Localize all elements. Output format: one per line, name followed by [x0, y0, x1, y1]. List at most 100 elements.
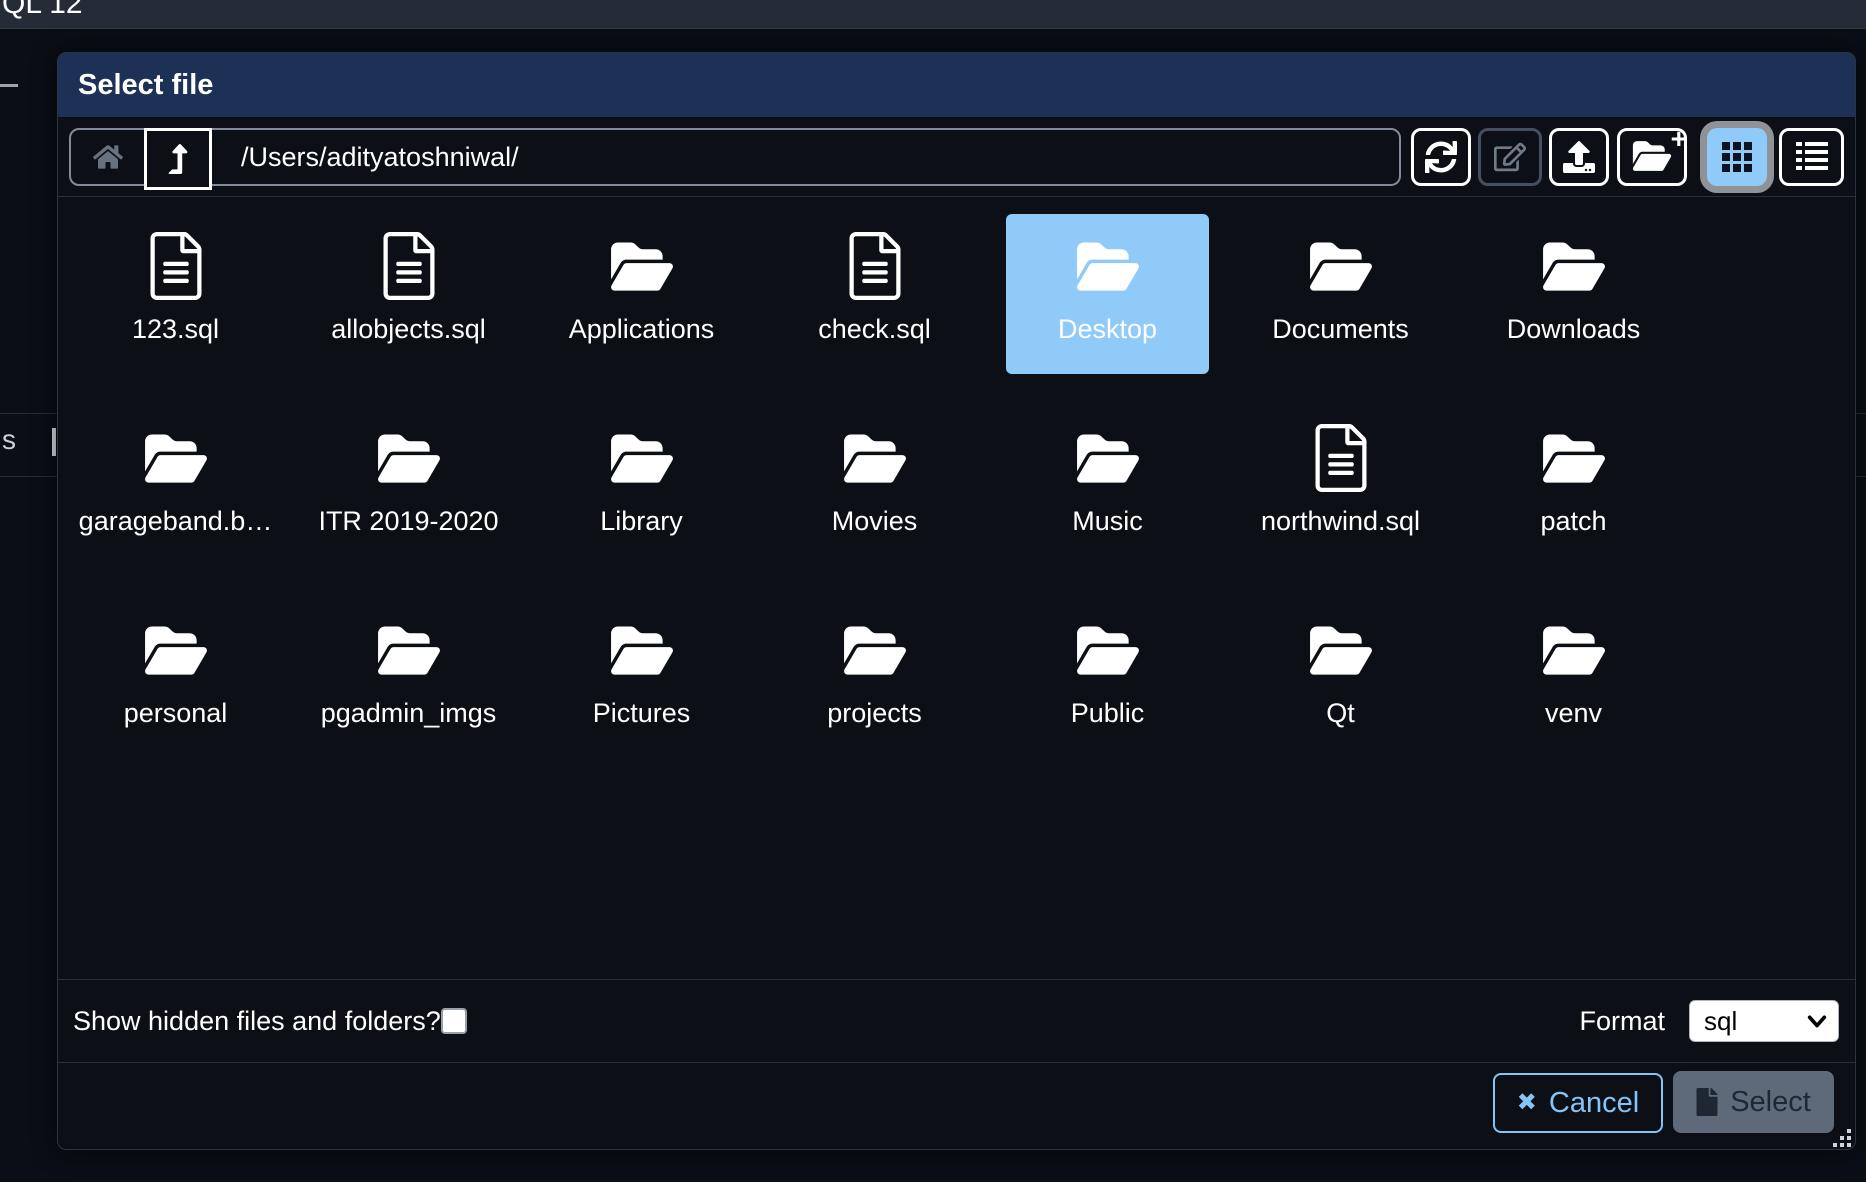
folder-tile-Public[interactable]: Public: [1006, 598, 1209, 758]
toolbar-divider: [58, 196, 1855, 197]
file-label: Documents: [1272, 314, 1409, 345]
upload-icon: [1563, 141, 1595, 173]
folder-icon: [1540, 422, 1608, 494]
file-label: allobjects.sql: [331, 314, 486, 345]
file-icon: [1315, 422, 1367, 494]
dialog-header: Select file: [58, 53, 1855, 117]
file-label: 123.sql: [132, 314, 219, 345]
folder-tile-Pictures[interactable]: Pictures: [540, 598, 743, 758]
folder-icon: [1540, 230, 1608, 302]
level-up-button[interactable]: [144, 128, 212, 190]
show-hidden-label: Show hidden files and folders?: [73, 1006, 441, 1037]
folder-icon: [1307, 614, 1375, 686]
folder-tile-Music[interactable]: Music: [1006, 406, 1209, 566]
background-cursor-fragment: [52, 428, 56, 456]
background-tab-title: QL 12: [2, 0, 83, 21]
new-folder-icon: [1631, 139, 1673, 173]
show-hidden-checkbox[interactable]: [441, 1008, 467, 1034]
file-label: Public: [1071, 698, 1145, 729]
file-label: check.sql: [818, 314, 931, 345]
file-icon: [1696, 1088, 1718, 1116]
path-input[interactable]: [241, 130, 1381, 184]
folder-icon: [841, 614, 909, 686]
folder-tile-Applications[interactable]: Applications: [540, 214, 743, 374]
folder-tile-patch[interactable]: patch: [1472, 406, 1675, 566]
file-label: Pictures: [593, 698, 691, 729]
level-up-icon: [167, 144, 189, 174]
file-tile-123.sql[interactable]: 123.sql: [74, 214, 277, 374]
rename-button[interactable]: [1478, 128, 1542, 186]
folder-tile-Qt[interactable]: Qt: [1239, 598, 1442, 758]
file-label: projects: [827, 698, 922, 729]
file-label: Desktop: [1058, 314, 1157, 345]
folder-tile-garageband.b_[interactable]: garageband.b…: [74, 406, 277, 566]
file-label: northwind.sql: [1261, 506, 1420, 537]
folder-icon: [1074, 614, 1142, 686]
new-folder-button[interactable]: +: [1617, 128, 1687, 186]
folder-tile-Downloads[interactable]: Downloads: [1472, 214, 1675, 374]
file-tile-allobjects.sql[interactable]: allobjects.sql: [307, 214, 510, 374]
refresh-button[interactable]: [1411, 128, 1471, 186]
rename-edit-icon: [1494, 141, 1526, 173]
grid-view-icon: [1722, 142, 1752, 172]
file-label: personal: [124, 698, 228, 729]
file-label: Applications: [569, 314, 715, 345]
folder-tile-personal[interactable]: personal: [74, 598, 277, 758]
folder-tile-projects[interactable]: projects: [773, 598, 976, 758]
file-label: pgadmin_imgs: [321, 698, 497, 729]
chevron-down-icon: [1806, 1010, 1828, 1032]
screen: QL 12 s Select file: [0, 0, 1866, 1182]
refresh-icon: [1425, 141, 1457, 173]
folder-tile-pgadmin_imgs[interactable]: pgadmin_imgs: [307, 598, 510, 758]
folder-icon: [841, 422, 909, 494]
format-select[interactable]: sql: [1689, 1000, 1839, 1042]
background-tab-bar: QL 12: [0, 0, 1866, 29]
folder-tile-Documents[interactable]: Documents: [1239, 214, 1442, 374]
folder-icon: [608, 614, 676, 686]
options-row: Show hidden files and folders? Format sq…: [58, 979, 1855, 1063]
folder-tile-ITR_2019-2020[interactable]: ITR 2019-2020: [307, 406, 510, 566]
file-tile-northwind.sql[interactable]: northwind.sql: [1239, 406, 1442, 566]
folder-tile-venv[interactable]: venv: [1472, 598, 1675, 758]
format-selected-value: sql: [1704, 1006, 1737, 1037]
file-label: Library: [600, 506, 683, 537]
format-label: Format: [1579, 1006, 1665, 1037]
folder-icon: [142, 614, 210, 686]
file-icon: [849, 230, 901, 302]
file-label: garageband.b…: [79, 506, 273, 537]
folder-tile-Library[interactable]: Library: [540, 406, 743, 566]
list-view-button[interactable]: [1779, 128, 1844, 186]
folder-icon: [608, 230, 676, 302]
folder-icon: [375, 614, 443, 686]
home-button[interactable]: [71, 130, 144, 184]
select-button[interactable]: Select: [1673, 1071, 1834, 1133]
folder-tile-Desktop[interactable]: Desktop: [1006, 214, 1209, 374]
folder-icon: [608, 422, 676, 494]
grid-view-button[interactable]: [1707, 128, 1767, 186]
close-x-icon: ✖: [1517, 1091, 1537, 1115]
select-label: Select: [1730, 1086, 1811, 1119]
file-label: Movies: [832, 506, 918, 537]
list-view-icon: [1796, 142, 1828, 172]
folder-icon: [1074, 230, 1142, 302]
file-label: Music: [1072, 506, 1143, 537]
cancel-label: Cancel: [1549, 1087, 1639, 1120]
file-label: patch: [1540, 506, 1606, 537]
file-label: Qt: [1326, 698, 1355, 729]
background-text-fragment: s: [2, 424, 16, 456]
cancel-button[interactable]: ✖ Cancel: [1493, 1073, 1663, 1133]
folder-tile-Movies[interactable]: Movies: [773, 406, 976, 566]
dialog-title: Select file: [78, 69, 213, 102]
dialog-footer: ✖ Cancel Select: [58, 1063, 1855, 1151]
resize-grip[interactable]: [1831, 1129, 1851, 1149]
upload-button[interactable]: [1549, 128, 1609, 186]
file-icon: [150, 230, 202, 302]
select-file-dialog: Select file +: [57, 52, 1856, 1150]
file-icon: [383, 230, 435, 302]
file-label: Downloads: [1507, 314, 1641, 345]
path-input-group: [69, 128, 1401, 186]
file-tile-check.sql[interactable]: check.sql: [773, 214, 976, 374]
folder-icon: [375, 422, 443, 494]
file-grid: 123.sql allobjects.sql Applications chec…: [74, 214, 1675, 758]
folder-icon: [1540, 614, 1608, 686]
